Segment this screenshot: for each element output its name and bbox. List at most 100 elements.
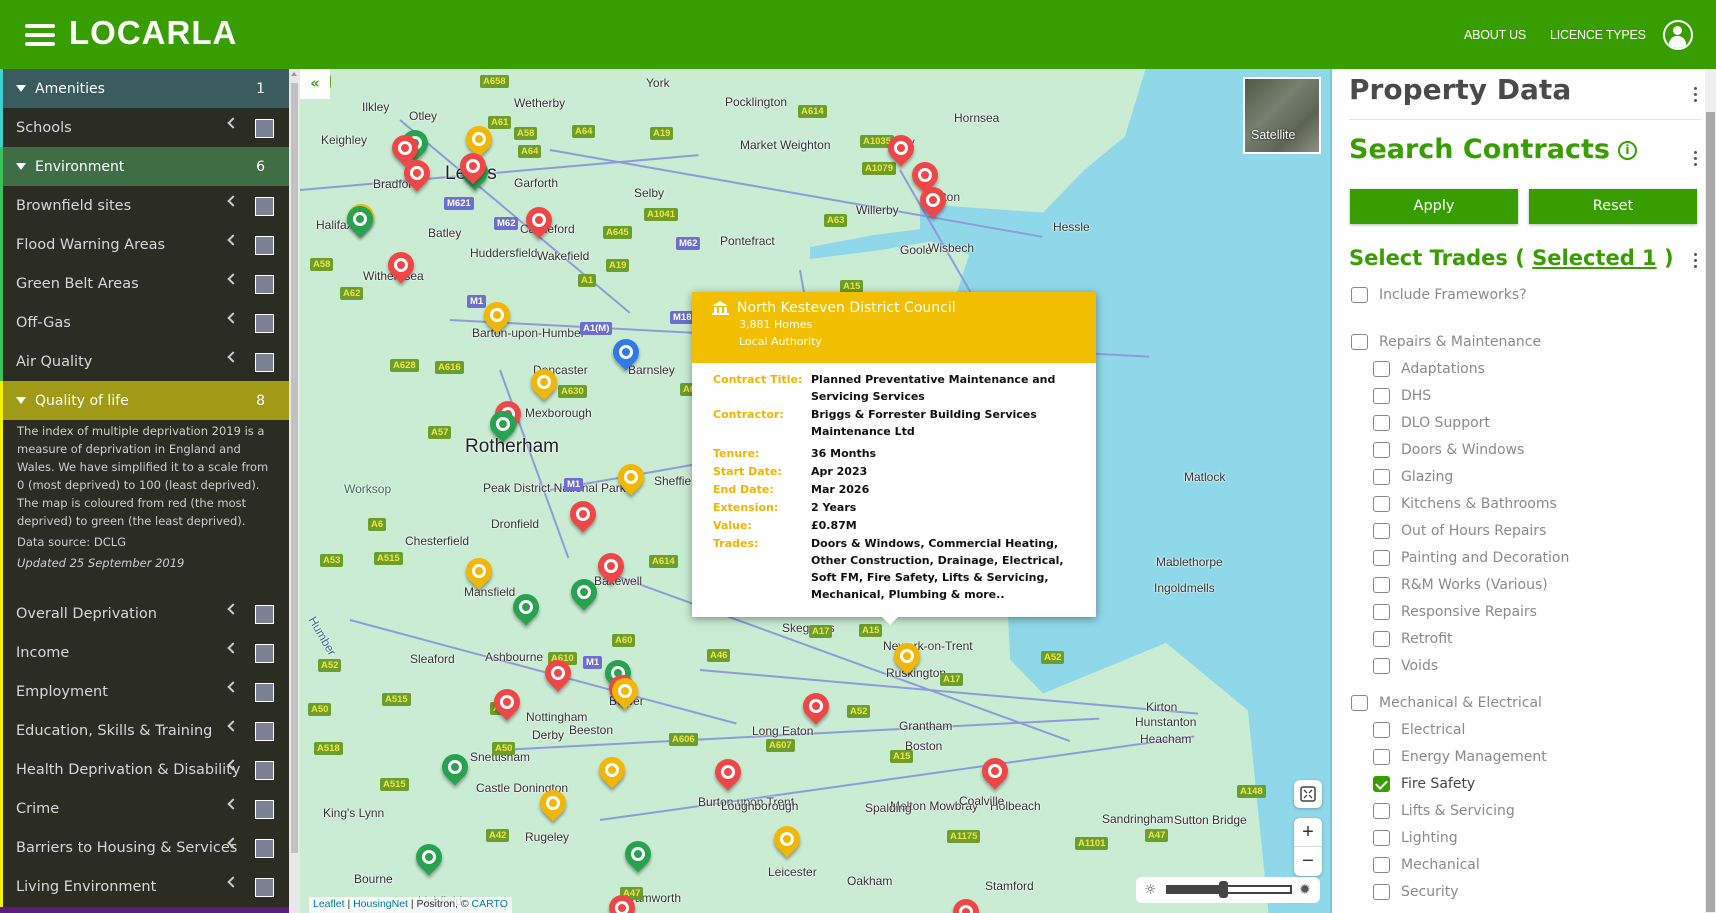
chevron-left-icon[interactable] (227, 234, 239, 246)
hamburger-menu-icon[interactable] (25, 24, 55, 46)
checkbox[interactable] (1373, 361, 1390, 377)
logo[interactable]: LOCARLA (69, 14, 237, 52)
yellow-contract-pin[interactable] (460, 552, 498, 590)
checkbox[interactable] (1373, 550, 1390, 566)
category-environment[interactable]: Environment 6 (3, 147, 289, 186)
layer-checkbox[interactable] (255, 839, 274, 858)
apply-button[interactable]: Apply (1350, 189, 1518, 224)
layer-checkbox[interactable] (255, 683, 274, 702)
chevron-left-icon[interactable] (227, 603, 239, 615)
red-contract-pin[interactable] (564, 495, 602, 533)
checkbox[interactable] (1351, 334, 1368, 350)
trade-checkbox[interactable]: Lifts & Servicing (1373, 803, 1515, 819)
trade-checkbox[interactable]: DLO Support (1373, 415, 1490, 431)
layer-checkbox[interactable] (255, 275, 274, 294)
sidebar-scrollbar[interactable] (289, 69, 300, 913)
chevron-left-icon[interactable] (227, 273, 239, 285)
zoom-in-button[interactable]: + (1294, 818, 1322, 847)
trade-checkbox[interactable]: Energy Management (1373, 749, 1547, 765)
layer-checkbox[interactable] (255, 605, 274, 624)
chevron-left-icon[interactable] (227, 798, 239, 810)
category-quality-of-life[interactable]: Quality of life 8 (3, 381, 289, 420)
nav-licence-types[interactable]: LICENCE TYPES (1550, 28, 1646, 42)
trade-checkbox[interactable]: Responsive Repairs (1373, 604, 1537, 620)
green-contract-pin[interactable] (436, 748, 474, 786)
checkbox[interactable] (1373, 469, 1390, 485)
checkbox[interactable] (1373, 388, 1390, 404)
trade-checkbox[interactable]: Retrofit (1373, 631, 1453, 647)
leaflet-link[interactable]: Leaflet (313, 898, 345, 910)
trade-checkbox[interactable]: Security (1373, 884, 1459, 900)
trade-checkbox[interactable]: Kitchens & Bathrooms (1373, 496, 1557, 512)
layer-checkbox[interactable] (255, 761, 274, 780)
checkbox[interactable] (1373, 442, 1390, 458)
checkbox[interactable] (1373, 776, 1390, 792)
checkbox[interactable] (1373, 604, 1390, 620)
red-contract-pin[interactable] (797, 687, 835, 725)
user-account-icon[interactable] (1663, 20, 1693, 50)
chevron-left-icon[interactable] (227, 351, 239, 363)
carto-link[interactable]: CARTO (472, 898, 508, 910)
layer-checkbox[interactable] (255, 800, 274, 819)
layer-row[interactable]: Employment (3, 672, 289, 711)
checkbox[interactable] (1373, 722, 1390, 738)
layer-row[interactable]: Barriers to Housing & Services (3, 828, 289, 867)
yellow-contract-pin[interactable] (593, 751, 631, 789)
brightness-handle[interactable] (1218, 881, 1228, 898)
layer-row[interactable]: Brownfield sites (3, 186, 289, 225)
chevron-left-icon[interactable] (227, 195, 239, 207)
fullscreen-button[interactable] (1294, 780, 1322, 808)
trade-checkbox[interactable]: Doors & Windows (1373, 442, 1524, 458)
red-contract-pin[interactable] (976, 752, 1014, 790)
reset-button[interactable]: Reset (1529, 189, 1697, 224)
red-contract-pin[interactable] (947, 893, 985, 913)
more-options-icon[interactable] (1694, 87, 1698, 105)
checkbox[interactable] (1373, 884, 1390, 900)
trade-group-checkbox[interactable]: Repairs & Maintenance (1351, 334, 1541, 350)
organisation-name[interactable]: North Kesteven District Council (737, 300, 956, 316)
checkbox[interactable] (1373, 857, 1390, 873)
green-contract-pin[interactable] (619, 835, 657, 873)
trades-options-icon[interactable] (1694, 253, 1698, 271)
info-icon[interactable]: i (1617, 141, 1637, 160)
collapse-sidebar-button[interactable]: « (300, 69, 330, 99)
layer-row[interactable]: Overall Deprivation (3, 594, 289, 633)
layer-checkbox[interactable] (255, 878, 274, 897)
layer-row[interactable]: Air Quality (3, 342, 289, 381)
search-options-icon[interactable] (1694, 151, 1698, 169)
layer-row[interactable]: Health Deprivation & Disability (3, 750, 289, 789)
layer-row[interactable]: Living Environment (3, 867, 289, 906)
checkbox[interactable] (1373, 749, 1390, 765)
red-contract-pin[interactable] (709, 753, 747, 791)
panel-scrollbar[interactable] (1705, 69, 1716, 913)
trade-checkbox[interactable]: Fire Safety (1373, 776, 1475, 792)
trade-checkbox[interactable]: Mechanical (1373, 857, 1480, 873)
layer-row[interactable]: Schools (3, 108, 289, 147)
chevron-left-icon[interactable] (227, 117, 239, 129)
trade-checkbox[interactable]: Electrical (1373, 722, 1465, 738)
nav-about-us[interactable]: ABOUT US (1464, 28, 1526, 42)
checkbox[interactable] (1373, 631, 1390, 647)
checkbox[interactable] (1373, 577, 1390, 593)
layer-row[interactable]: Off-Gas (3, 303, 289, 342)
checkbox[interactable] (1373, 830, 1390, 846)
chevron-left-icon[interactable] (227, 312, 239, 324)
checkbox[interactable] (1373, 496, 1390, 512)
include-frameworks-checkbox[interactable]: Include Frameworks? (1351, 287, 1527, 303)
checkbox[interactable] (1373, 415, 1390, 431)
trade-group-checkbox[interactable]: Mechanical & Electrical (1351, 695, 1542, 711)
checkbox[interactable] (1351, 287, 1368, 303)
trade-checkbox[interactable]: Lighting (1373, 830, 1458, 846)
layer-row[interactable]: Green Belt Areas (3, 264, 289, 303)
chevron-left-icon[interactable] (227, 720, 239, 732)
trade-checkbox[interactable]: Glazing (1373, 469, 1453, 485)
trade-checkbox[interactable]: Painting and Decoration (1373, 550, 1569, 566)
checkbox[interactable] (1373, 523, 1390, 539)
layer-checkbox[interactable] (255, 353, 274, 372)
trade-checkbox[interactable]: R&M Works (Various) (1373, 577, 1548, 593)
satellite-toggle[interactable]: Satellite (1243, 77, 1321, 154)
yellow-contract-pin[interactable] (768, 820, 806, 858)
checkbox[interactable] (1373, 803, 1390, 819)
layer-checkbox[interactable] (255, 314, 274, 333)
chevron-left-icon[interactable] (227, 642, 239, 654)
